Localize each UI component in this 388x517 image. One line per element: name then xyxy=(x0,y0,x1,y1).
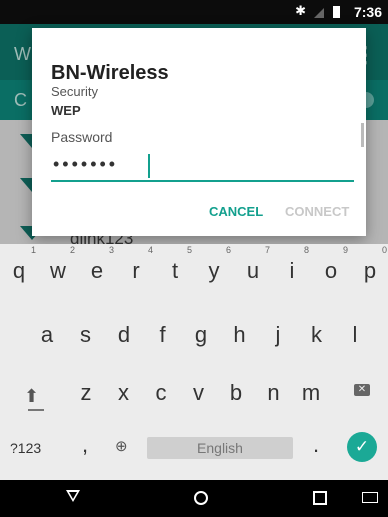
key-hint: 8 xyxy=(303,245,309,255)
key-label: b xyxy=(229,380,243,405)
home-icon[interactable] xyxy=(194,491,208,505)
navigation-bar xyxy=(0,480,388,517)
key-g[interactable]: g xyxy=(182,322,220,358)
key-z[interactable]: z xyxy=(67,380,105,416)
key-label: t xyxy=(171,258,179,283)
key-label: j xyxy=(275,322,281,347)
soft-keyboard: 1q2w3e4r5t6y7u8i9o0p asdfghjkl zxcvbnm ⬆… xyxy=(0,244,388,480)
key-c[interactable]: c xyxy=(142,380,180,416)
key-label: r xyxy=(132,258,140,283)
key-d[interactable]: d xyxy=(105,322,143,358)
key-r[interactable]: 4r xyxy=(117,245,155,294)
key-t[interactable]: 5t xyxy=(156,245,194,294)
cancel-button[interactable]: CANCEL xyxy=(209,204,263,219)
key-m[interactable]: m xyxy=(292,380,330,416)
keyboard-icon[interactable] xyxy=(362,492,378,503)
check-icon[interactable]: ✓ xyxy=(347,432,377,462)
key-v[interactable]: v xyxy=(180,380,218,416)
password-field[interactable]: ••••••• xyxy=(51,152,354,182)
key-x[interactable]: x xyxy=(105,380,143,416)
shift-icon[interactable]: ⬆ xyxy=(24,386,39,407)
key-hint: 4 xyxy=(147,245,153,255)
key-label: k xyxy=(311,322,322,347)
key-label: o xyxy=(324,258,338,283)
key-s[interactable]: s xyxy=(67,322,105,358)
wifi-password-dialog: BN-Wireless Security WEP Password ••••••… xyxy=(32,28,366,236)
key-label: x xyxy=(118,380,129,405)
key-y[interactable]: 6y xyxy=(195,245,233,294)
password-value: ••••••• xyxy=(53,154,119,174)
key-hint: 6 xyxy=(225,245,231,255)
key-label: q xyxy=(12,258,26,283)
clock: 7:36 xyxy=(353,4,382,20)
key-hint: 5 xyxy=(186,245,192,255)
key-label: i xyxy=(289,258,295,283)
backspace-icon[interactable]: ✕ xyxy=(354,384,370,396)
key-hint: 7 xyxy=(264,245,270,255)
security-label: Security xyxy=(51,84,98,99)
key-label: v xyxy=(193,380,204,405)
key-p[interactable]: 0p xyxy=(351,245,388,294)
wifi-toggle-label: C xyxy=(14,90,27,110)
key-hint: 0 xyxy=(381,245,387,255)
period-key[interactable]: . xyxy=(313,432,319,458)
key-b[interactable]: b xyxy=(217,380,255,416)
text-caret xyxy=(148,154,150,178)
key-label: f xyxy=(159,322,166,347)
key-f[interactable]: f xyxy=(144,322,182,358)
key-u[interactable]: 7u xyxy=(234,245,272,294)
key-label: l xyxy=(352,322,358,347)
key-e[interactable]: 3e xyxy=(78,245,116,294)
key-hint: 9 xyxy=(342,245,348,255)
dialog-scrollbar[interactable] xyxy=(361,123,364,147)
key-a[interactable]: a xyxy=(28,322,66,358)
battery-icon xyxy=(333,6,340,18)
key-label: z xyxy=(80,380,92,405)
key-label: w xyxy=(50,258,66,283)
key-q[interactable]: 1q xyxy=(0,245,38,294)
key-i[interactable]: 8i xyxy=(273,245,311,294)
key-label: p xyxy=(363,258,377,283)
key-label: m xyxy=(301,380,321,405)
connect-button[interactable]: CONNECT xyxy=(285,204,349,219)
dialog-title: BN-Wireless xyxy=(51,62,169,84)
key-l[interactable]: l xyxy=(336,322,374,358)
key-label: e xyxy=(90,258,104,283)
back-icon[interactable] xyxy=(66,490,80,502)
comma-key[interactable]: , xyxy=(82,432,88,458)
key-w[interactable]: 2w xyxy=(39,245,77,294)
key-h[interactable]: h xyxy=(221,322,259,358)
key-hint: 1 xyxy=(30,245,36,255)
key-o[interactable]: 9o xyxy=(312,245,350,294)
key-label: c xyxy=(155,380,167,405)
globe-icon[interactable]: ⊕ xyxy=(115,437,128,455)
key-hint: 3 xyxy=(108,245,114,255)
key-label: s xyxy=(80,322,91,347)
key-label: n xyxy=(267,380,280,405)
key-label: g xyxy=(194,322,208,347)
key-label: a xyxy=(40,322,54,347)
symbols-key[interactable]: ?123 xyxy=(10,440,41,456)
key-j[interactable]: j xyxy=(259,322,297,358)
no-signal-icon xyxy=(314,8,324,18)
password-label: Password xyxy=(51,129,113,145)
key-label: y xyxy=(208,258,220,283)
key-k[interactable]: k xyxy=(298,322,336,358)
key-label: h xyxy=(233,322,246,347)
toolbar-title: W xyxy=(14,44,31,64)
status-bar: ✱ 7:36 xyxy=(0,0,388,24)
key-label: u xyxy=(246,258,260,283)
key-n[interactable]: n xyxy=(255,380,293,416)
space-bar[interactable]: English xyxy=(147,437,293,459)
bluetooth-icon: ✱ xyxy=(295,3,306,18)
key-label: d xyxy=(117,322,131,347)
security-value: WEP xyxy=(51,103,81,118)
shift-underline xyxy=(28,409,44,411)
recent-apps-icon[interactable] xyxy=(313,491,327,505)
key-hint: 2 xyxy=(69,245,75,255)
